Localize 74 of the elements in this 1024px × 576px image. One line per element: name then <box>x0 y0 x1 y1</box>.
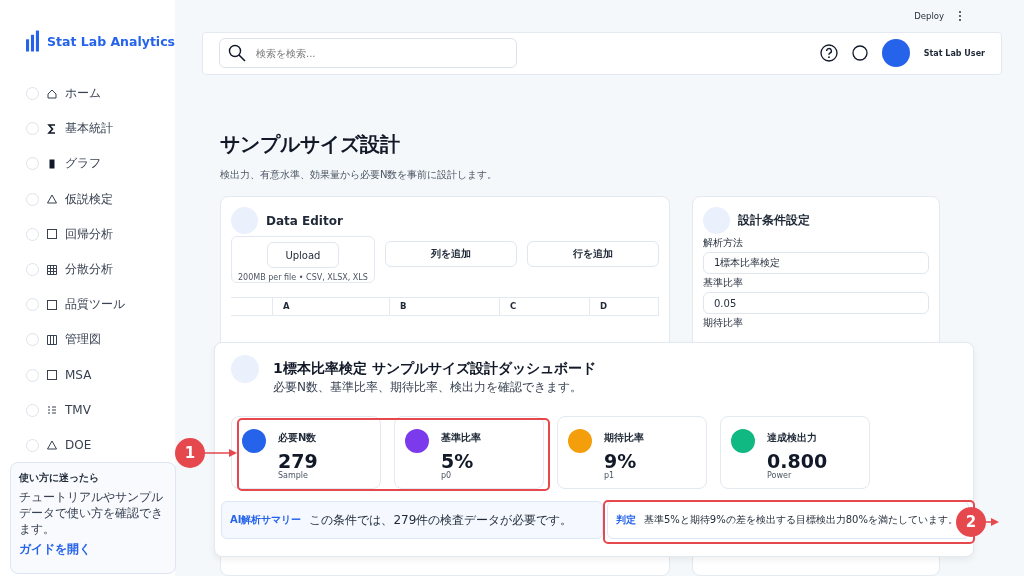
kpi-value: 5% <box>441 451 475 471</box>
page-subtitle: 検出力、有意水準、効果量から必要N数を事前に設計します。 <box>220 168 499 182</box>
card-title: Data Editor <box>266 213 343 228</box>
summary-label: AI解析サマリー <box>230 513 302 527</box>
verdict-text: 基準5%と期待9%の差を検出する目標検出力80%を満たしています。 <box>644 513 958 527</box>
kpi-caption: Sample <box>278 471 309 480</box>
search-field[interactable]: 検索を検索... <box>254 46 508 60</box>
column-header: D <box>600 301 608 311</box>
square-icon <box>47 370 57 381</box>
add-button[interactable]: 行を追加 <box>526 241 659 267</box>
summary-text: この条件では、279件の検査データが必要です。 <box>309 511 573 529</box>
verdict-label: 判定 <box>616 513 636 527</box>
callout-number: 1 <box>175 438 205 468</box>
pointer-arrow <box>985 517 999 527</box>
upload-button[interactable]: Upload <box>266 242 339 268</box>
sigma-icon <box>47 123 57 134</box>
page-title: サンプルサイズ設計 <box>220 131 401 158</box>
card-title: 設計条件設定 <box>738 212 810 229</box>
input-field[interactable]: 1標本比率検定 <box>703 252 929 274</box>
guide-link[interactable]: ガイドを開く <box>19 541 167 558</box>
bar-icon <box>47 158 57 169</box>
sidebar-item[interactable]: MSA <box>65 368 92 383</box>
callout-number: 2 <box>956 507 986 537</box>
user-name: Stat Lab User <box>923 48 985 58</box>
sidebar-item[interactable]: 分散分析 <box>65 261 113 279</box>
upload-hint: 200MB per file • CSV, XLSX, XLS <box>238 273 368 282</box>
search-icon <box>228 44 246 63</box>
column-header: B <box>400 301 407 311</box>
field-label: 基準比率 <box>703 276 744 290</box>
kpi-value: 279 <box>278 451 318 471</box>
kpi-caption: p0 <box>441 471 453 480</box>
kebab-menu-icon[interactable] <box>958 9 962 22</box>
kpi-value: 9% <box>604 451 638 471</box>
kpi-label: 達成検出力 <box>767 431 818 445</box>
grid-icon <box>47 264 57 275</box>
columns-icon <box>47 334 57 345</box>
sidebar-item[interactable]: 管理図 <box>65 331 101 349</box>
column-header: C <box>510 301 517 311</box>
square-icon <box>47 229 57 240</box>
sidebar-item[interactable]: 回帰分析 <box>65 225 113 243</box>
sidebar-item[interactable]: TMV <box>65 403 91 418</box>
kpi-caption: p1 <box>604 471 616 480</box>
field-label: 解析方法 <box>703 236 744 250</box>
guide-text: チュートリアルやサンプルデータで使い方を確認できます。 <box>19 489 164 537</box>
triangle-icon <box>47 440 57 451</box>
input-field[interactable]: 0.05 <box>703 292 929 314</box>
deploy-link[interactable]: Deploy <box>914 10 944 21</box>
kpi-label: 期待比率 <box>604 431 644 445</box>
search-bar[interactable]: 検索を検索... <box>219 38 517 69</box>
sidebar-item[interactable]: 基本統計 <box>65 120 113 138</box>
pointer-arrow <box>203 448 237 458</box>
guide-title: 使い方に迷ったら <box>19 471 100 485</box>
circle-icon[interactable] <box>851 45 868 62</box>
dashboard-subtitle: 必要N数、基準比率、期待比率、検出力を確認できます。 <box>273 379 583 396</box>
help-icon[interactable] <box>819 44 838 63</box>
kpi-label: 基準比率 <box>441 431 481 445</box>
triangle-icon <box>47 194 57 205</box>
dashboard-title: 1標本比率検定 サンプルサイズ設計ダッシュボード <box>273 360 596 378</box>
add-button[interactable]: 列を追加 <box>384 241 517 267</box>
sidebar-item[interactable]: 仮説検定 <box>65 190 113 208</box>
app-name: Stat Lab Analytics <box>47 33 175 49</box>
sidebar-item[interactable]: 品質ツール <box>65 296 125 314</box>
kpi-label: 必要N数 <box>278 431 318 445</box>
sidebar-item[interactable]: DOE <box>65 438 92 453</box>
field-label: 期待比率 <box>703 316 744 330</box>
square-icon <box>47 299 57 310</box>
list-icon <box>47 405 57 416</box>
user-avatar[interactable] <box>881 39 910 68</box>
sidebar-item[interactable]: ホーム <box>65 85 101 103</box>
kpi-caption: Power <box>767 471 793 480</box>
column-header: A <box>283 301 290 311</box>
kpi-value: 0.800 <box>767 451 828 471</box>
home-icon <box>47 88 57 99</box>
sidebar-item[interactable]: グラフ <box>65 155 101 173</box>
